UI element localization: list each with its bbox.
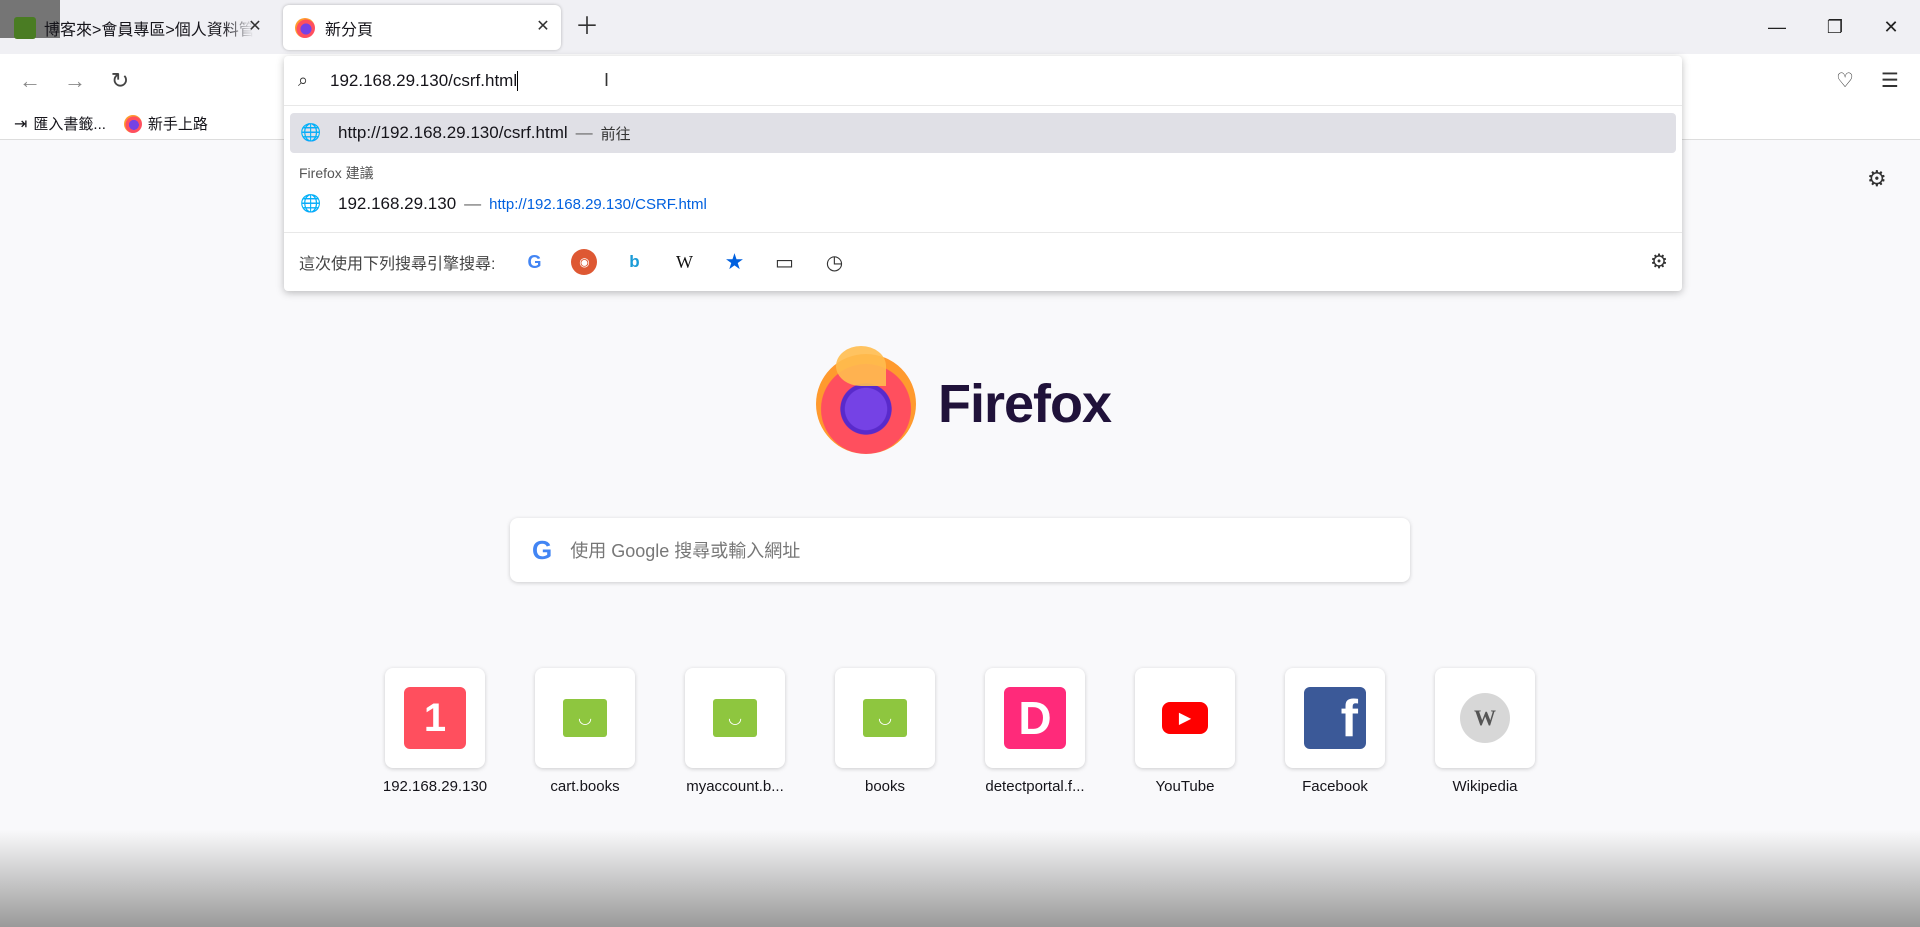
search-engine-label: 這次使用下列搜尋引擎搜尋:: [299, 256, 496, 273]
suggestion-url: http://192.168.29.130/csrf.html: [338, 123, 568, 142]
suggestion-url: http://192.168.29.130/CSRF.html: [489, 195, 707, 213]
bookmark-label: 新手上路: [147, 116, 208, 133]
globe-icon: 🌐: [300, 123, 322, 142]
top-site-label: detectportal.f...: [985, 778, 1085, 795]
top-site-label: cart.books: [550, 778, 620, 795]
address-bar[interactable]: ⌕ 192.168.29.130/csrf.html I: [284, 56, 1682, 106]
bottom-shadow: [0, 830, 1920, 927]
page-settings-gear-icon[interactable]: ⚙: [1867, 166, 1887, 192]
restore-icon[interactable]: ❐: [1818, 10, 1852, 44]
bookmarks-icon[interactable]: ★: [721, 249, 747, 275]
bookmark-import[interactable]: ⇥ 匯入書籤...: [14, 113, 106, 134]
top-site-tile[interactable]: ▶ YouTube: [1135, 668, 1235, 795]
history-icon[interactable]: ◷: [821, 249, 847, 275]
import-icon: ⇥: [14, 115, 28, 133]
text-cursor-icon: I: [604, 70, 610, 90]
firefox-icon: [123, 114, 142, 133]
tab-strip: ← 博客來>會員專區>個人資料管理 ✕ 新分頁 ✕ ＋ — ❐ ✕: [0, 0, 1920, 54]
suggestion-group-header: Firefox 建議: [299, 165, 374, 181]
books-favicon-icon: [14, 16, 36, 39]
top-site-tile[interactable]: W Wikipedia: [1435, 668, 1535, 795]
firefox-favicon-icon: [295, 17, 315, 38]
close-window-icon[interactable]: ✕: [1874, 10, 1908, 44]
suggestion-history-item[interactable]: 🌐 192.168.29.130 — http://192.168.29.130…: [290, 184, 1676, 224]
top-site-label: Facebook: [1302, 778, 1368, 795]
reload-button[interactable]: ↻: [105, 66, 135, 96]
minimize-icon[interactable]: —: [1760, 10, 1794, 44]
top-site-tile[interactable]: D detectportal.f...: [985, 668, 1085, 795]
tab-title: 博客來>會員專區>個人資料管理: [44, 21, 254, 39]
top-site-label: 192.168.29.130: [382, 778, 488, 795]
shopping-bag-icon: ◡: [713, 699, 757, 737]
wikipedia-icon: W: [1460, 693, 1510, 743]
suggestion-visit-url[interactable]: 🌐 http://192.168.29.130/csrf.html — 前往: [290, 113, 1676, 153]
shopping-bag-icon: ◡: [863, 699, 907, 737]
urlbar-dropdown: ⌕ 192.168.29.130/csrf.html I 🌐 http://19…: [284, 56, 1682, 291]
d-icon: D: [1004, 687, 1066, 749]
new-tab-button[interactable]: ＋: [572, 12, 602, 42]
top-site-label: books: [864, 778, 906, 795]
bookmark-label: 匯入書籤...: [33, 116, 106, 133]
address-input[interactable]: 192.168.29.130/csrf.html: [330, 71, 517, 91]
forward-button[interactable]: →: [60, 66, 90, 96]
text-caret: [517, 70, 519, 91]
tab-title: 新分頁: [325, 21, 374, 39]
search-icon: ⌕: [298, 70, 309, 90]
search-settings-gear-icon[interactable]: ⚙: [1650, 249, 1668, 274]
search-engine-row: 這次使用下列搜尋引擎搜尋: G ◉ b W ★ ▭ ◷ ⚙: [284, 232, 1682, 291]
top-site-tile[interactable]: ◡ books: [835, 668, 935, 795]
tab-new-tab[interactable]: 新分頁 ✕: [283, 5, 561, 50]
search-placeholder: 使用 Google 搜尋或輸入網址: [570, 541, 801, 561]
one-icon: 1: [404, 687, 466, 749]
top-site-tile[interactable]: ◡ myaccount.b...: [685, 668, 785, 795]
bookmark-getting-started[interactable]: 新手上路: [123, 113, 208, 134]
close-icon[interactable]: ✕: [245, 17, 265, 37]
shopping-bag-icon: ◡: [563, 699, 607, 737]
top-site-tile[interactable]: 1 192.168.29.130: [383, 668, 487, 795]
google-icon[interactable]: G: [521, 249, 547, 275]
globe-icon: 🌐: [300, 194, 322, 213]
back-button[interactable]: ←: [15, 66, 45, 96]
google-icon: G: [532, 534, 553, 565]
google-search-box[interactable]: G 使用 Google 搜尋或輸入網址: [510, 518, 1410, 582]
tab-books-account[interactable]: 博客來>會員專區>個人資料管理 ✕: [8, 5, 273, 50]
firefox-brand: Firefox: [816, 346, 1112, 454]
suggestion-action: 前往: [600, 125, 631, 143]
close-icon[interactable]: ✕: [533, 17, 553, 37]
brand-name: Firefox: [938, 374, 1112, 434]
suggestion-title: 192.168.29.130: [338, 194, 457, 213]
bing-icon[interactable]: b: [621, 249, 647, 275]
wikipedia-icon[interactable]: W: [671, 249, 697, 275]
top-site-tile[interactable]: ◡ cart.books: [535, 668, 635, 795]
duckduckgo-icon[interactable]: ◉: [571, 249, 598, 275]
youtube-icon: ▶: [1162, 702, 1208, 734]
top-site-label: myaccount.b...: [686, 778, 784, 795]
facebook-icon: f: [1304, 687, 1366, 749]
top-site-label: YouTube: [1155, 778, 1215, 795]
firefox-logo-icon: [816, 346, 916, 454]
top-site-tile[interactable]: f Facebook: [1285, 668, 1385, 795]
menu-icon[interactable]: ☰: [1875, 66, 1905, 96]
tabs-icon[interactable]: ▭: [771, 249, 797, 275]
top-site-label: Wikipedia: [1452, 778, 1518, 795]
pocket-icon[interactable]: ♡: [1830, 66, 1860, 96]
